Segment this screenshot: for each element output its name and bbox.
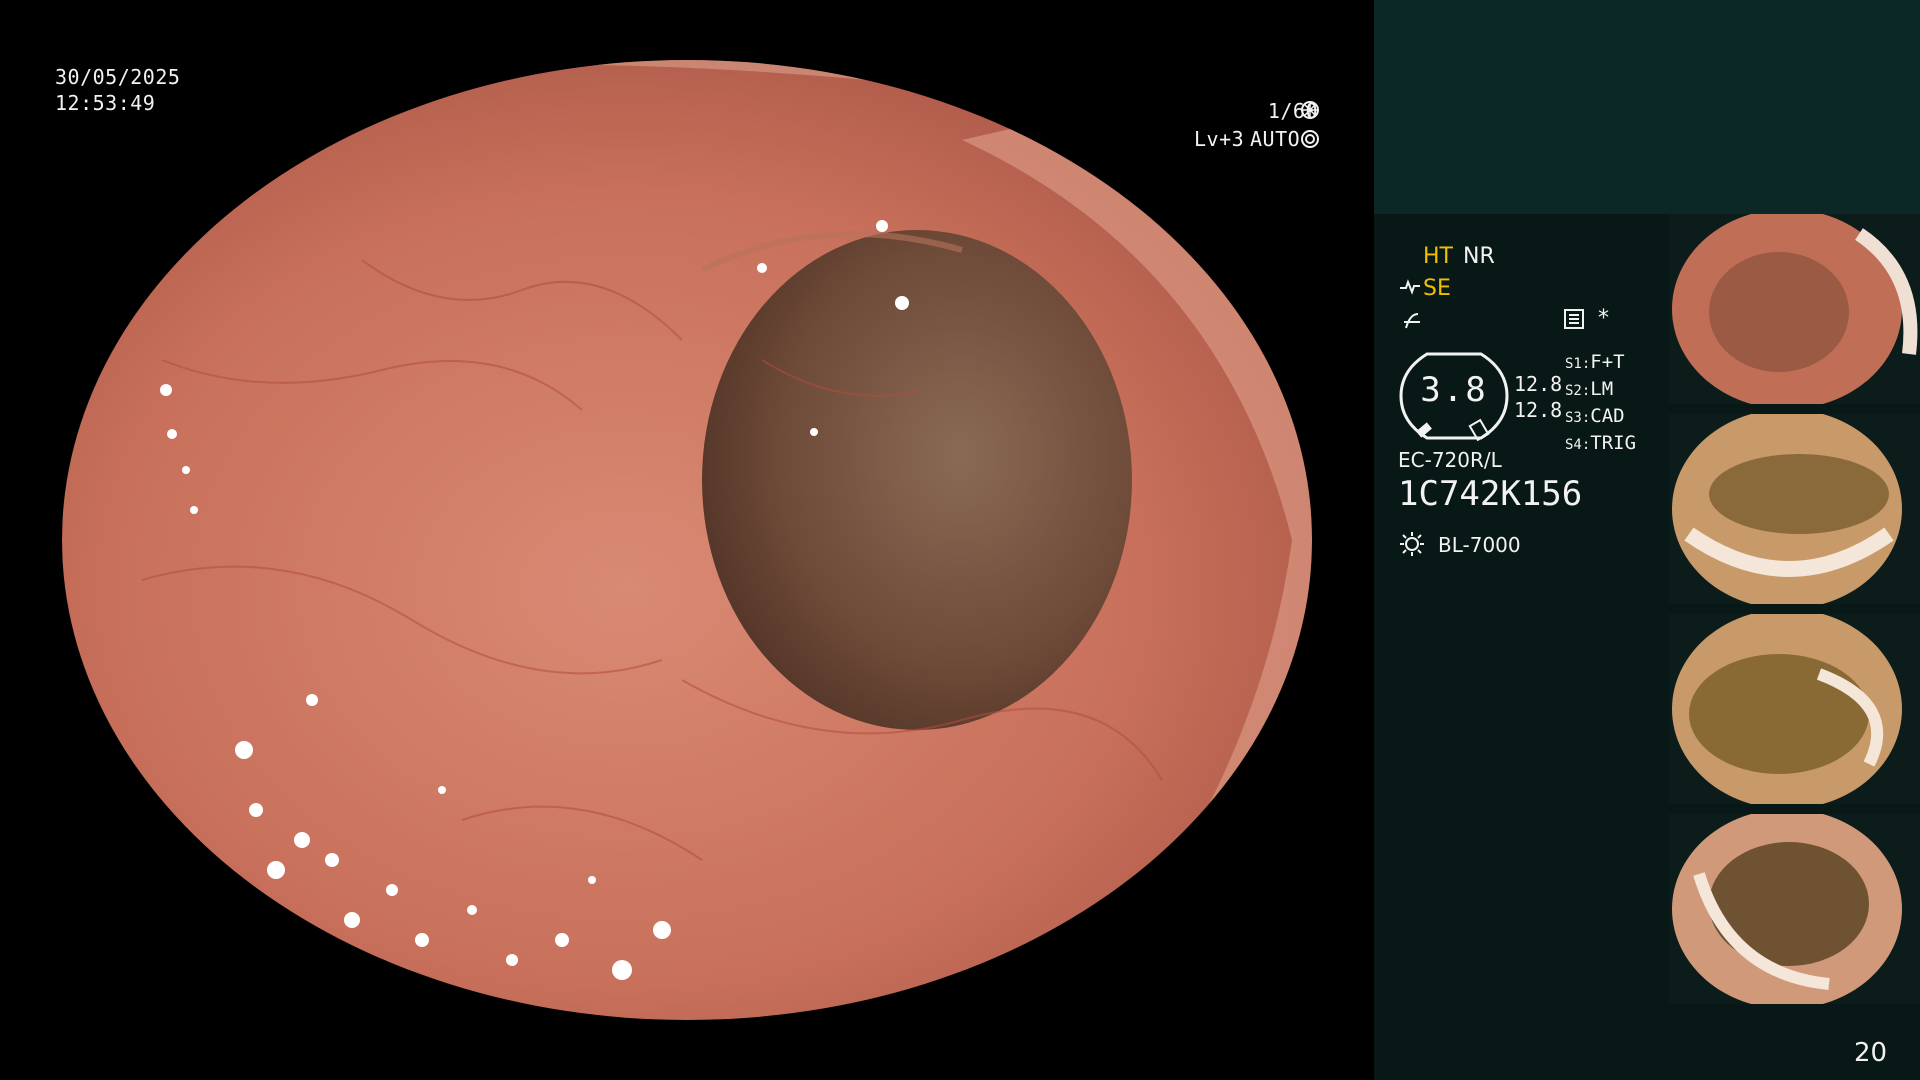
ht-label: HT: [1423, 244, 1453, 269]
thumbnail-4[interactable]: [1669, 814, 1920, 1004]
auto-iris-icon: [1300, 129, 1320, 153]
sharpness-icon: [1402, 310, 1422, 336]
light-source-icon: [1398, 530, 1426, 562]
switch-s1: S1:F+T: [1565, 351, 1625, 373]
switch-s2: S2:LM: [1565, 378, 1614, 400]
scope-serial: 1C742K156: [1398, 474, 1583, 514]
se-label: SE: [1423, 276, 1451, 301]
auto-mode-label: AUTO: [1250, 127, 1301, 151]
menu-icon: [1563, 308, 1585, 334]
scope-model: EC-720R/L: [1398, 448, 1502, 472]
page-number: 20: [1854, 1038, 1888, 1068]
switch-s4: S4:TRIG: [1565, 432, 1637, 454]
date-label: 30/05/2025: [55, 65, 181, 89]
thumbnail-3[interactable]: [1669, 614, 1920, 804]
gauge-value: 3.8: [1420, 370, 1488, 410]
thumbnail-1[interactable]: [1669, 214, 1920, 404]
level-label: Lv+3: [1194, 127, 1245, 151]
se-icon: [1398, 278, 1422, 300]
gauge-left-value-2: 12.8: [1514, 398, 1563, 422]
lumen: [702, 230, 1132, 730]
time-label: 12:53:49: [55, 91, 156, 115]
light-source-label: BL-7000: [1438, 533, 1521, 557]
thumbnail-2[interactable]: [1669, 414, 1920, 604]
right-panel-header: [1374, 0, 1920, 214]
nr-label: NR: [1463, 244, 1495, 269]
shutter-icon: [1300, 100, 1320, 124]
switch-s3: S3:CAD: [1565, 405, 1625, 427]
star-label: *: [1598, 306, 1609, 331]
switch-list: S1:F+T S2:LM S3:CAD S4:TRIG: [1565, 350, 1636, 458]
endoscope-image: [62, 60, 1312, 1020]
gauge-left-value-1: 12.8: [1514, 372, 1563, 396]
